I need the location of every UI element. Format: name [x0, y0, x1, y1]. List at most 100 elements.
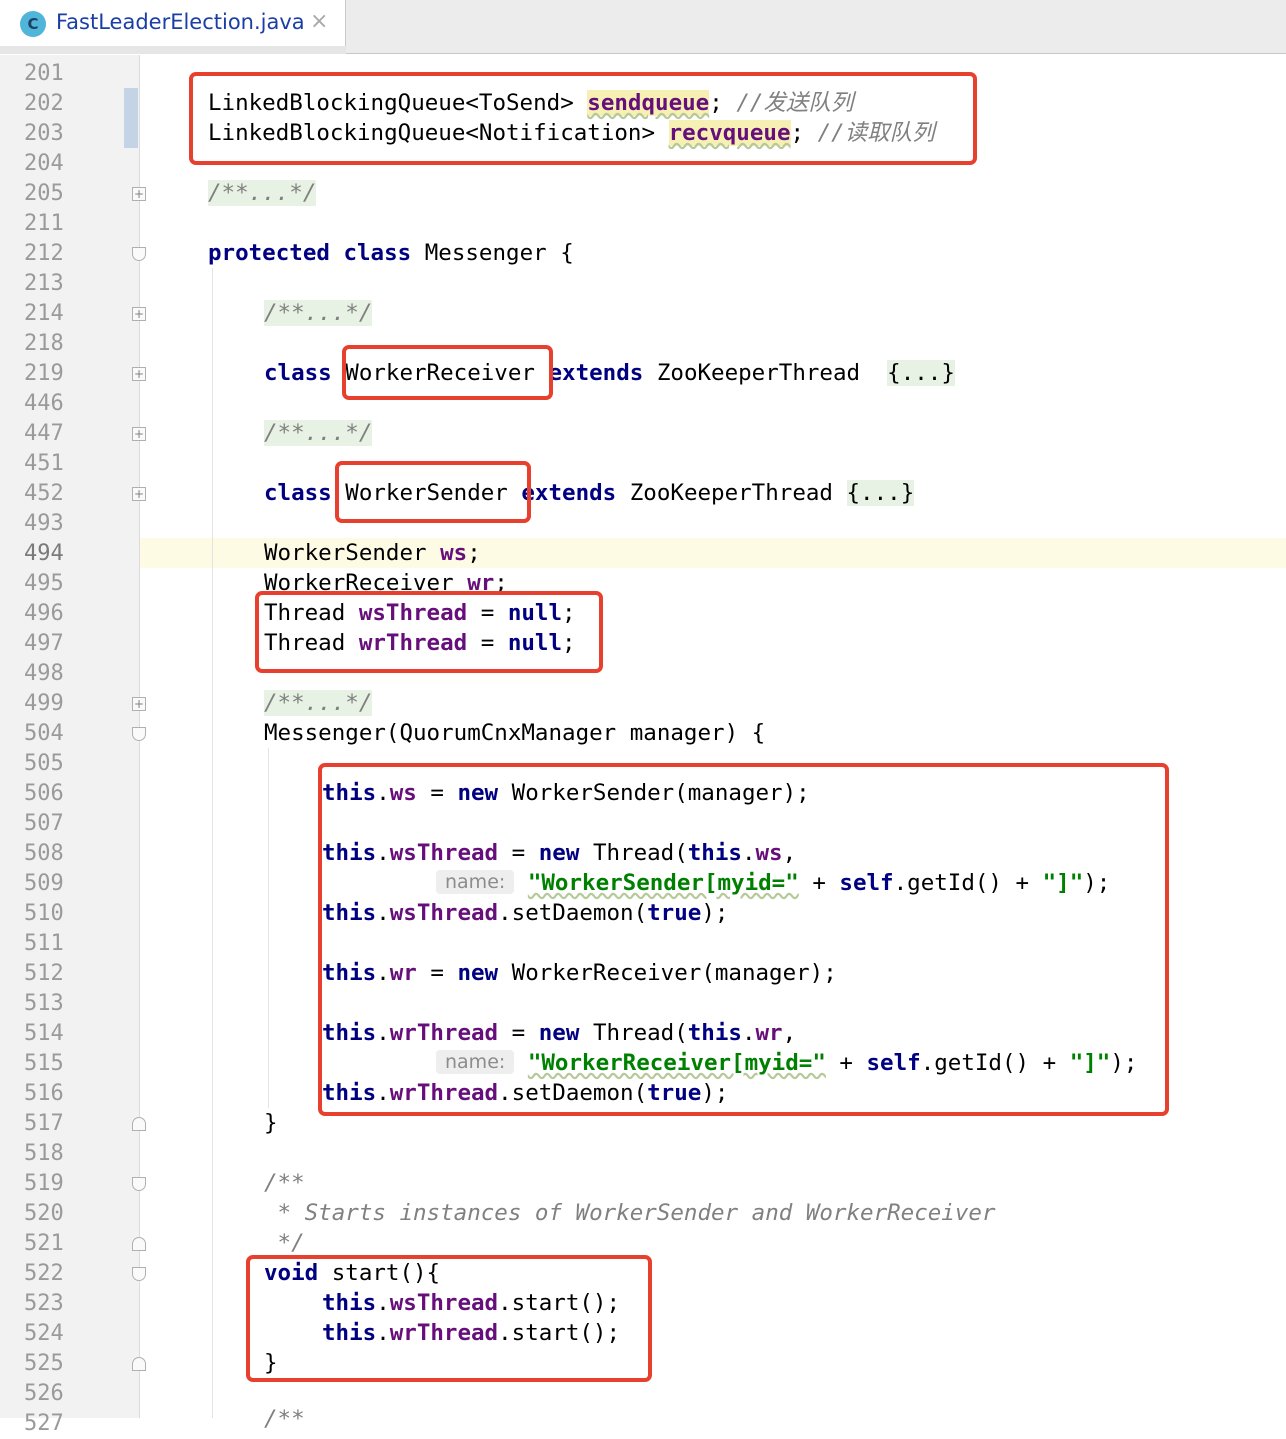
code-line-214[interactable]: /**...*/: [264, 298, 373, 328]
gutter-line-519: 519: [0, 1169, 146, 1199]
gutter-line-516: 516: [0, 1079, 128, 1109]
gutter-line-512: 512: [0, 959, 128, 989]
code-line-212: protected class Messenger {: [208, 240, 574, 266]
gutter-line-522: 522: [0, 1259, 146, 1289]
gutter-line-527: 527: [0, 1409, 128, 1439]
annotation-box-worker-receiver: [342, 345, 553, 400]
gutter-line-495: 495: [0, 569, 128, 599]
gutter-line-201: 201: [0, 59, 128, 89]
code-line-504: Messenger(QuorumCnxManager manager) {: [264, 720, 766, 746]
gutter-line-526: 526: [0, 1379, 128, 1409]
line-number: 494: [24, 541, 64, 566]
code-line-447[interactable]: /**...*/: [264, 418, 373, 448]
gutter-line-219: 219 +: [0, 359, 146, 389]
line-number: 497: [24, 631, 64, 656]
line-number: 514: [24, 1021, 64, 1046]
gutter-line-508: 508: [0, 839, 128, 869]
line-number: 512: [24, 961, 64, 986]
line-number: 202: [24, 91, 64, 116]
gutter-line-505: 505: [0, 749, 128, 779]
gutter-line-521: 521: [0, 1229, 146, 1259]
line-number: 451: [24, 451, 64, 476]
line-number: 523: [24, 1291, 64, 1316]
code-line-205[interactable]: /**...*/: [208, 178, 317, 208]
line-number: 218: [24, 331, 64, 356]
line-number: 201: [24, 61, 64, 86]
line-number: 524: [24, 1321, 64, 1346]
gutter-line-525: 525: [0, 1349, 146, 1379]
line-number: 213: [24, 271, 64, 296]
indent-guide: [268, 748, 269, 1108]
gutter-line-515: 515: [0, 1049, 128, 1079]
line-number: 219: [24, 361, 64, 386]
gutter-line-204: 204: [0, 149, 128, 179]
gutter-line-218: 218: [0, 329, 128, 359]
line-number: 513: [24, 991, 64, 1016]
gutter-line-493: 493: [0, 509, 128, 539]
gutter-line-507: 507: [0, 809, 128, 839]
code-editor[interactable]: LinkedBlockingQueue<ToSend> sendqueue; /…: [140, 0, 1286, 1432]
line-number: 212: [24, 241, 64, 266]
line-number: 452: [24, 481, 64, 506]
annotation-box-queues: [189, 72, 977, 165]
gutter-line-511: 511: [0, 929, 128, 959]
gutter-line-498: 498: [0, 659, 128, 689]
gutter-line-212: 212: [0, 239, 146, 269]
gutter-line-524: 524: [0, 1319, 128, 1349]
line-number: 525: [24, 1351, 64, 1376]
gutter-line-497: 497: [0, 629, 128, 659]
gutter-line-211: 211: [0, 209, 128, 239]
line-number: 499: [24, 691, 64, 716]
annotation-box-thread-fields: [255, 591, 603, 673]
gutter-line-514: 514: [0, 1019, 128, 1049]
gutter-line-494: 494: [0, 539, 128, 569]
line-number: 211: [24, 211, 64, 236]
gutter-line-510: 510: [0, 899, 128, 929]
line-number: 520: [24, 1201, 64, 1226]
gutter-line-205: 205 +: [0, 179, 146, 209]
gutter-line-523: 523: [0, 1289, 128, 1319]
gutter-line-504: 504: [0, 719, 146, 749]
line-number: 496: [24, 601, 64, 626]
line-number: 495: [24, 571, 64, 596]
annotation-box-constructor-body: [318, 763, 1169, 1116]
line-number: 526: [24, 1381, 64, 1406]
code-line-520: * Starts instances of WorkerSender and W…: [264, 1200, 996, 1226]
line-number: 527: [24, 1411, 64, 1436]
gutter-line-202: 202: [0, 89, 128, 119]
line-number: 517: [24, 1111, 64, 1136]
gutter-line-517: 517: [0, 1109, 146, 1139]
annotation-box-worker-sender: [335, 461, 531, 523]
collapsed-body[interactable]: {...}: [887, 360, 955, 386]
line-number: 511: [24, 931, 64, 956]
line-number: 203: [24, 121, 64, 146]
annotation-box-start-method: [246, 1255, 652, 1382]
code-line-494: WorkerSender ws;: [264, 540, 481, 566]
code-line-499[interactable]: /**...*/: [264, 688, 373, 718]
gutter-line-446: 446: [0, 389, 128, 419]
line-number: 493: [24, 511, 64, 536]
line-number: 214: [24, 301, 64, 326]
indent-guide: [212, 268, 213, 1418]
line-number: 509: [24, 871, 64, 896]
collapsed-body[interactable]: {...}: [846, 480, 915, 506]
gutter-line-509: 509: [0, 869, 128, 899]
line-number: 204: [24, 151, 64, 176]
gutter-line-513: 513: [0, 989, 128, 1019]
line-number: 498: [24, 661, 64, 686]
gutter-line-214: 214 +: [0, 299, 146, 329]
code-line-517: }: [264, 1110, 278, 1136]
gutter-line-213: 213: [0, 269, 128, 299]
gutter-line-499: 499 +: [0, 689, 146, 719]
gutter-line-518: 518: [0, 1139, 128, 1169]
line-number: 515: [24, 1051, 64, 1076]
line-number: 507: [24, 811, 64, 836]
line-number: 447: [24, 421, 64, 446]
code-line-527: /**: [264, 1406, 305, 1432]
line-number: 522: [24, 1261, 64, 1286]
gutter-line-520: 520: [0, 1199, 128, 1229]
line-number: 205: [24, 181, 64, 206]
line-number: 516: [24, 1081, 64, 1106]
line-number-gutter: 201 202 203 204 205 +211 212 213 214 +218 219 +446 4…: [0, 55, 146, 1436]
line-number: 510: [24, 901, 64, 926]
